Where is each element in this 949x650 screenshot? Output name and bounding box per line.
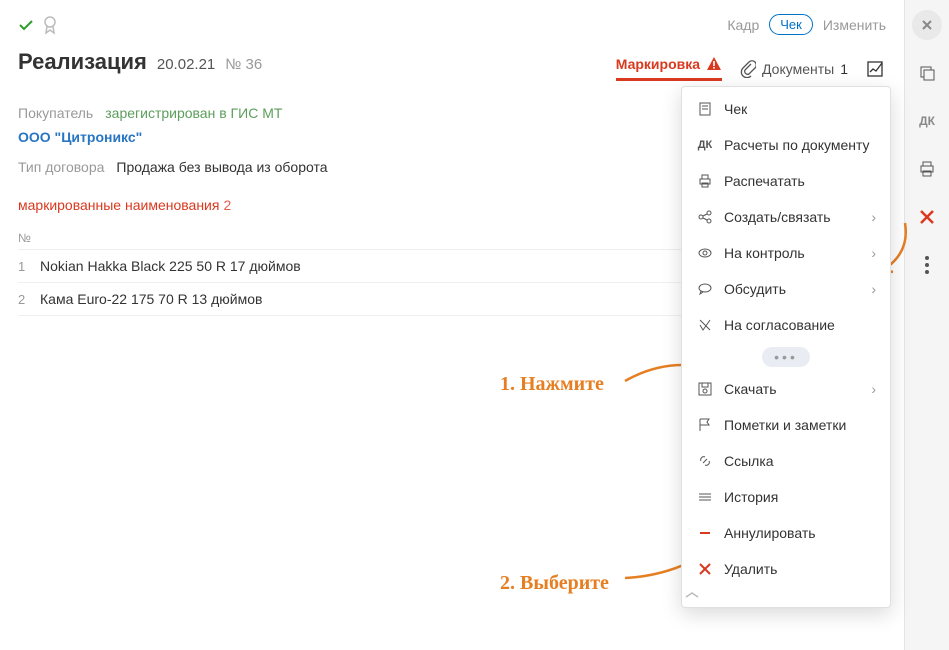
menu-collapse-arrow[interactable] bbox=[682, 587, 890, 603]
chek-pill[interactable]: Чек bbox=[769, 14, 813, 35]
menu-item-dk[interactable]: ДК Расчеты по документу bbox=[682, 127, 890, 163]
menu-item-delete[interactable]: Удалить bbox=[682, 551, 890, 587]
chevron-right-icon: › bbox=[871, 245, 876, 261]
minus-icon bbox=[696, 524, 714, 542]
sign-button[interactable] bbox=[866, 59, 886, 79]
chat-icon bbox=[696, 280, 714, 298]
buyer-name[interactable]: ООО "Цитроникс" bbox=[18, 129, 142, 145]
menu-item-print[interactable]: Распечатать bbox=[682, 163, 890, 199]
menu-item-history[interactable]: История bbox=[682, 479, 890, 515]
kadr-label[interactable]: Кадр bbox=[727, 17, 759, 33]
status-icons bbox=[18, 15, 58, 35]
menu-item-notes[interactable]: Пометки и заметки bbox=[682, 407, 890, 443]
contract-value: Продажа без вывода из оборота bbox=[116, 159, 327, 175]
menu-expand-dots[interactable]: ••• bbox=[682, 343, 890, 371]
menu-item-annul[interactable]: Аннулировать bbox=[682, 515, 890, 551]
tab-marking[interactable]: Маркировка bbox=[616, 56, 722, 81]
chevron-right-icon: › bbox=[871, 281, 876, 297]
annotation-step2: 2. Выберите bbox=[500, 572, 609, 595]
annotation-step1: 1. Нажмите bbox=[500, 373, 604, 396]
top-row: Кадр Чек Изменить bbox=[18, 14, 886, 35]
x-icon[interactable] bbox=[912, 202, 942, 232]
contract-label: Тип договора bbox=[18, 159, 104, 175]
chevron-right-icon: › bbox=[871, 209, 876, 225]
link-icon bbox=[696, 452, 714, 470]
buyer-label: Покупатель bbox=[18, 105, 93, 121]
new-window-icon[interactable] bbox=[912, 58, 942, 88]
menu-item-control[interactable]: На контроль › bbox=[682, 235, 890, 271]
save-icon bbox=[696, 380, 714, 398]
menu-item-link[interactable]: Ссылка bbox=[682, 443, 890, 479]
chevron-right-icon: › bbox=[871, 381, 876, 397]
menu-item-chek[interactable]: Чек bbox=[682, 91, 890, 127]
ribbon-icon bbox=[42, 15, 58, 35]
dk-icon: ДК bbox=[696, 136, 714, 154]
menu-item-approval[interactable]: На согласование bbox=[682, 307, 890, 343]
title-num-prefix: № 36 bbox=[225, 56, 262, 73]
change-link[interactable]: Изменить bbox=[823, 17, 886, 33]
warning-icon bbox=[706, 56, 722, 72]
printer-icon[interactable] bbox=[912, 154, 942, 184]
eye-icon bbox=[696, 244, 714, 262]
history-icon bbox=[696, 488, 714, 506]
right-rail: ДК bbox=[904, 0, 949, 650]
menu-item-discuss[interactable]: Обсудить › bbox=[682, 271, 890, 307]
dk-icon[interactable]: ДК bbox=[912, 106, 942, 136]
approval-icon bbox=[696, 316, 714, 334]
printer-icon bbox=[696, 172, 714, 190]
documents-link[interactable]: Документы 1 bbox=[740, 60, 848, 78]
more-icon[interactable] bbox=[912, 250, 942, 280]
title-date: 20.02.21 bbox=[157, 56, 215, 73]
paperclip-icon bbox=[740, 60, 756, 78]
buyer-status: зарегистрирован в ГИС МТ bbox=[105, 105, 282, 121]
share-icon bbox=[696, 208, 714, 226]
x-icon bbox=[696, 560, 714, 578]
menu-item-download[interactable]: Скачать › bbox=[682, 371, 890, 407]
close-button[interactable] bbox=[912, 10, 942, 40]
menu-item-create[interactable]: Создать/связать › bbox=[682, 199, 890, 235]
check-icon bbox=[18, 17, 34, 33]
flag-icon bbox=[696, 416, 714, 434]
page-title: Реализация bbox=[18, 49, 147, 75]
documents-dropdown: Чек ДК Расчеты по документу Распечатать … bbox=[681, 86, 891, 608]
receipt-icon bbox=[696, 100, 714, 118]
